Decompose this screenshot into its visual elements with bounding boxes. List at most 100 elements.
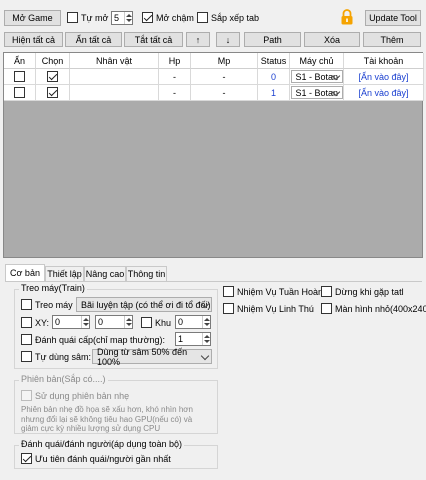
- account-cell[interactable]: [Ẩn vào đây]: [344, 85, 424, 101]
- spinner-icon[interactable]: [202, 316, 210, 328]
- tab-basic[interactable]: Cơ bản: [5, 264, 45, 281]
- status-cell: 1: [258, 85, 290, 101]
- account-cell[interactable]: [Ẩn vào đây]: [344, 69, 424, 85]
- header-server[interactable]: Máy chủ: [290, 53, 344, 69]
- fight-level-value: 1: [178, 334, 184, 344]
- server-dropdown[interactable]: S1 - Botan: [290, 70, 343, 83]
- table-row[interactable]: - - 1 S1 - Botan [Ẩn vào đây]: [4, 85, 424, 101]
- small-screen-label: Màn hình nhỏ(400x240): [335, 304, 426, 314]
- small-screen-checkbox[interactable]: [321, 303, 332, 314]
- character-cell: [70, 69, 159, 85]
- hide-checkbox[interactable]: [14, 71, 25, 82]
- zone-stepper[interactable]: 0: [175, 315, 211, 329]
- mp-cell: -: [191, 69, 258, 85]
- header-account[interactable]: Tài khoản: [344, 53, 424, 69]
- xy-checkbox[interactable]: [21, 317, 32, 328]
- select-cell[interactable]: [36, 85, 70, 101]
- auto-open-checkbox[interactable]: [67, 12, 78, 23]
- use-light-version-checkbox[interactable]: [21, 390, 32, 401]
- select-cell[interactable]: [36, 69, 70, 85]
- y-value: 0: [98, 317, 104, 327]
- xy-label: XY:: [35, 318, 50, 328]
- patrol-quest-checkbox[interactable]: [223, 286, 234, 297]
- spinner-icon[interactable]: [81, 316, 89, 328]
- server-cell[interactable]: S1 - Botan: [290, 69, 344, 85]
- train-label: Treo máy: [35, 300, 73, 310]
- close-all-button[interactable]: Tắt tất cả: [124, 32, 183, 47]
- grid-header: Ẩn Chọn Nhân vật Hp Mp Status Máy chủ Tà…: [4, 53, 424, 69]
- update-tool-button[interactable]: Update Tool: [365, 10, 421, 26]
- train-group-title: Treo máy(Train): [19, 283, 87, 293]
- hide-cell[interactable]: [4, 69, 36, 85]
- hide-cell[interactable]: [4, 85, 36, 101]
- version-group-title: Phiên bản(Sắp có....): [19, 374, 108, 384]
- header-character[interactable]: Nhân vật: [70, 53, 159, 69]
- spirit-beast-quest-label: Nhiệm Vụ Linh Thú: [237, 304, 314, 314]
- fight-level-checkbox[interactable]: [21, 334, 32, 345]
- add-button[interactable]: Thêm: [363, 32, 421, 47]
- nearest-target-label: Ưu tiên đánh quái/người gần nhất: [35, 454, 171, 464]
- delete-button[interactable]: Xóa: [304, 32, 360, 47]
- auto-open-value: 5: [114, 13, 120, 23]
- select-checkbox[interactable]: [47, 71, 58, 82]
- tab-info[interactable]: Thông tin: [126, 266, 167, 281]
- fight-level-stepper[interactable]: 1: [175, 332, 211, 346]
- zone-value: 0: [178, 317, 184, 327]
- move-up-button[interactable]: ↑: [186, 32, 210, 47]
- hide-checkbox[interactable]: [14, 87, 25, 98]
- spinner-icon[interactable]: [202, 333, 210, 345]
- spinner-icon[interactable]: [124, 316, 132, 328]
- slow-open-label: Mở chậm: [156, 13, 194, 23]
- ginseng-label: Tự dùng sâm:: [35, 352, 92, 362]
- ginseng-checkbox[interactable]: [21, 351, 32, 362]
- show-all-button[interactable]: Hiện tất cả: [4, 32, 63, 47]
- mp-cell: -: [191, 85, 258, 101]
- lock-icon[interactable]: [340, 9, 354, 25]
- hp-cell: -: [159, 85, 191, 101]
- train-checkbox[interactable]: [21, 299, 32, 310]
- open-game-button[interactable]: Mở Game: [4, 10, 61, 26]
- slow-open-checkbox[interactable]: [142, 12, 153, 23]
- status-cell: 0: [258, 69, 290, 85]
- hide-all-button[interactable]: Ẩn tất cả: [65, 32, 122, 47]
- hp-cell: -: [159, 69, 191, 85]
- y-stepper[interactable]: 0: [95, 315, 133, 329]
- select-checkbox[interactable]: [47, 87, 58, 98]
- tab-advanced[interactable]: Nâng cao: [84, 266, 126, 281]
- patrol-quest-label: Nhiệm Vụ Tuần Hoàn: [237, 287, 324, 297]
- stop-on-tatl-checkbox[interactable]: [321, 286, 332, 297]
- character-cell: [70, 85, 159, 101]
- move-down-button[interactable]: ↓: [216, 32, 240, 47]
- ginseng-mode-dropdown[interactable]: Dùng từ sâm 50% đến 100%: [92, 346, 212, 367]
- sort-tab-label: Sắp xếp tab: [211, 13, 260, 23]
- header-mp[interactable]: Mp: [191, 53, 258, 69]
- server-cell[interactable]: S1 - Botan: [290, 85, 344, 101]
- tab-settings[interactable]: Thiết lập: [45, 266, 84, 281]
- use-light-version-label: Sử dụng phiên bản nhẹ: [35, 391, 130, 401]
- x-value: 0: [55, 317, 61, 327]
- zone-label: Khu: [155, 318, 172, 328]
- header-hp[interactable]: Hp: [159, 53, 191, 69]
- server-dropdown[interactable]: S1 - Botan: [290, 86, 343, 99]
- spinner-icon[interactable]: [124, 12, 132, 24]
- ginseng-mode-value: Dùng từ sâm 50% đến 100%: [97, 346, 188, 367]
- train-mode-value: Bãi luyện tập (có thể ơi đi tổ đối): [81, 299, 211, 310]
- path-button[interactable]: Path: [244, 32, 301, 47]
- auto-open-stepper[interactable]: 5: [111, 11, 133, 25]
- stop-on-tatl-label: Dừng khi gặp tatl: [335, 287, 404, 297]
- header-hide[interactable]: Ẩn: [4, 53, 36, 69]
- header-select[interactable]: Chọn: [36, 53, 70, 69]
- zone-checkbox[interactable]: [141, 317, 152, 328]
- nearest-target-checkbox[interactable]: [21, 453, 32, 464]
- train-mode-dropdown[interactable]: Bãi luyện tập (có thể ơi đi tổ đối): [76, 297, 212, 312]
- header-status[interactable]: Status: [258, 53, 290, 69]
- auto-open-label: Tự mở: [81, 13, 109, 23]
- fight-level-label: Đánh quái cấp(chỉ map thường):: [35, 335, 165, 345]
- version-description: Phiên bản nhẹ đồ họa sẽ xấu hơn, khó nhì…: [21, 405, 193, 433]
- table-row[interactable]: - - 0 S1 - Botan [Ẩn vào đây]: [4, 69, 424, 85]
- account-grid[interactable]: Ẩn Chọn Nhân vật Hp Mp Status Máy chủ Tà…: [3, 52, 424, 258]
- spirit-beast-quest-checkbox[interactable]: [223, 303, 234, 314]
- x-stepper[interactable]: 0: [52, 315, 90, 329]
- fight-group-title: Đánh quái/đánh người(áp dụng toàn bộ): [19, 439, 185, 449]
- sort-tab-checkbox[interactable]: [197, 12, 208, 23]
